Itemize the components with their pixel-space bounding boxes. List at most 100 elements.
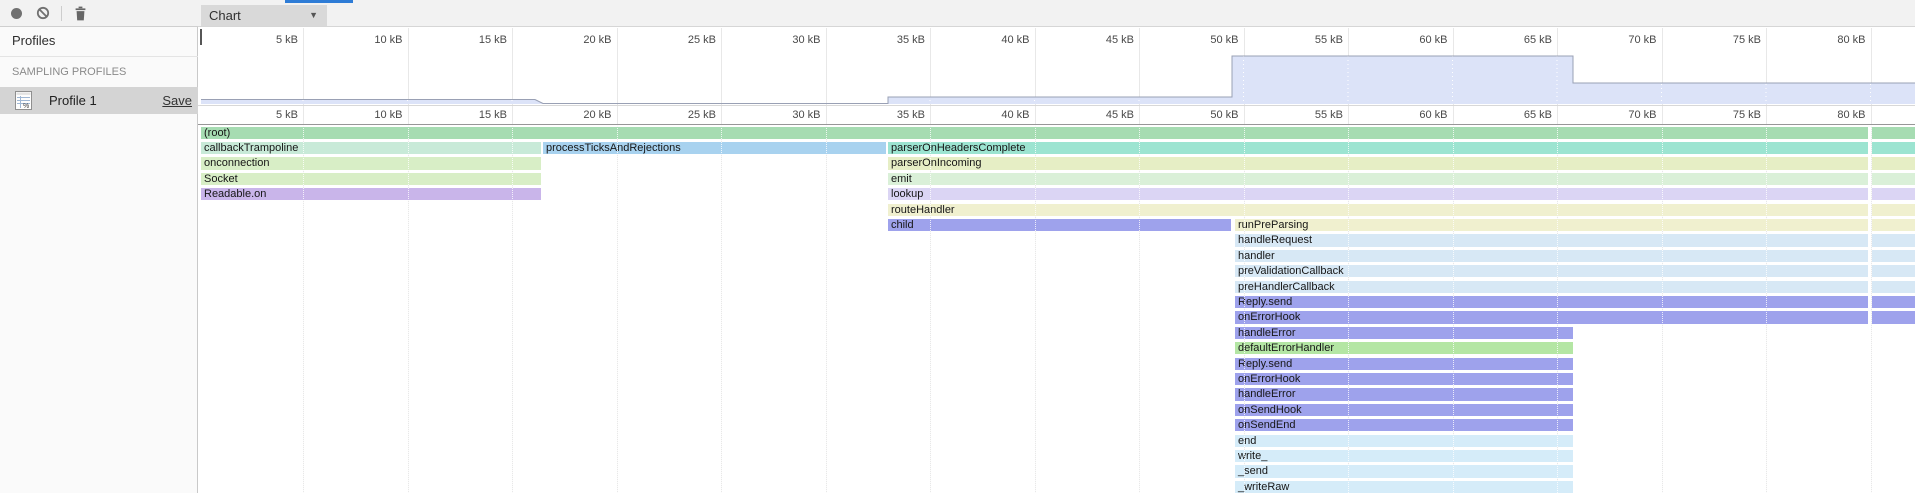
ruler-tick: 10 kB — [323, 34, 403, 46]
ruler-tick: 75 kB — [1681, 109, 1761, 121]
flame-bar-segment[interactable] — [1872, 311, 1915, 323]
flame-bar-segment[interactable] — [1872, 204, 1915, 216]
save-link[interactable]: Save — [162, 93, 192, 108]
ruler-tick: 70 kB — [1577, 34, 1657, 46]
flame-ruler: 5 kB10 kB15 kB20 kB25 kB30 kB35 kB40 kB4… — [198, 106, 1915, 125]
flame-bar-segment[interactable] — [1872, 157, 1915, 169]
ruler-tick: 80 kB — [1786, 109, 1866, 121]
flame-bar-Reply.send[interactable]: Reply.send — [1235, 296, 1868, 308]
gridline-dotted-overlay — [826, 125, 827, 493]
flame-bar-Socket[interactable]: Socket — [201, 173, 541, 185]
flame-bar-segment[interactable] — [1872, 173, 1915, 185]
sidebar-divider — [0, 56, 198, 57]
flame-bar-segment[interactable] — [1872, 265, 1915, 277]
flame-bar-preValidationCallback[interactable]: preValidationCallback — [1235, 265, 1868, 277]
pane-resizer-handle[interactable] — [200, 29, 202, 45]
flame-bar-runPreParsing[interactable]: runPreParsing — [1235, 219, 1868, 231]
trash-icon[interactable] — [74, 6, 87, 26]
flame-chart: (root) callbackTrampolineprocessTicksAndR… — [198, 125, 1915, 493]
flame-bar-end[interactable]: end — [1235, 435, 1573, 447]
profile-document-icon: % — [15, 91, 32, 115]
view-mode-value: Chart — [209, 8, 241, 23]
flame-bar-defaultErrorHandler[interactable]: defaultErrorHandler — [1235, 342, 1573, 354]
ruler-tick: 75 kB — [1681, 34, 1761, 46]
flame-bar-write_[interactable]: write_ — [1235, 450, 1573, 462]
ruler-tick: 15 kB — [427, 109, 507, 121]
flame-bar-parserOnHeadersComplete[interactable]: parserOnHeadersComplete — [888, 142, 1868, 154]
flame-bar-Readable.on[interactable]: Readable.on — [201, 188, 541, 200]
flame-bar-onErrorHook[interactable]: onErrorHook — [1235, 311, 1868, 323]
flame-bar-segment[interactable] — [1872, 127, 1915, 139]
record-icon[interactable] — [11, 8, 22, 19]
clear-all-icon[interactable] — [36, 6, 50, 25]
svg-text:%: % — [23, 103, 29, 110]
flame-bar-(root)[interactable]: (root) — [201, 127, 1868, 139]
flame-bar-segment[interactable] — [1872, 250, 1915, 262]
ruler-tick: 45 kB — [1054, 34, 1134, 46]
flame-bar-callbackTrampoline[interactable]: callbackTrampoline — [201, 142, 541, 154]
flame-bar-processTicksAndRejections[interactable]: processTicksAndRejections — [543, 142, 886, 154]
ruler-tick: 55 kB — [1263, 34, 1343, 46]
flame-bar-child[interactable]: child — [888, 219, 1231, 231]
memory-overview[interactable]: 5 kB10 kB15 kB20 kB25 kB30 kB35 kB40 kB4… — [198, 28, 1915, 106]
sidebar-item-profile-1[interactable]: % Profile 1 Save — [0, 87, 198, 114]
flame-bar-routeHandler[interactable]: routeHandler — [888, 204, 1868, 216]
ruler-tick: 70 kB — [1577, 109, 1657, 121]
flame-bar-onSendEnd[interactable]: onSendEnd — [1235, 419, 1573, 431]
ruler-tick: 35 kB — [845, 34, 925, 46]
active-tab-indicator — [285, 0, 353, 3]
flame-bar-Reply.send[interactable]: Reply.send — [1235, 358, 1573, 370]
sidebar-section-label: SAMPLING PROFILES — [12, 66, 126, 78]
flame-bar-segment[interactable] — [1872, 219, 1915, 231]
flame-bar-_writeRaw[interactable]: _writeRaw — [1235, 481, 1573, 493]
ruler-tick: 25 kB — [636, 34, 716, 46]
flame-bar-handler[interactable]: handler — [1235, 250, 1868, 262]
flame-bar-handleError[interactable]: handleError — [1235, 327, 1573, 339]
profile-name: Profile 1 — [49, 93, 97, 108]
toolbar-separator — [61, 6, 62, 21]
flame-bar-preHandlerCallback[interactable]: preHandlerCallback — [1235, 281, 1868, 293]
flame-bar-_send[interactable]: _send — [1235, 465, 1573, 477]
heap-chart-pane: Chart ▼ 5 kB 10 kB 15 kB 20 kB 25 kB 30 kB 35 … — [198, 0, 1915, 493]
ruler-tick: 45 kB — [1054, 109, 1134, 121]
gridline-dotted-overlay — [617, 125, 618, 493]
ruler-tick: 25 kB — [636, 109, 716, 121]
flame-bar-segment[interactable] — [1872, 296, 1915, 308]
ruler-tick: 40 kB — [950, 34, 1030, 46]
flame-bar-handleError[interactable]: handleError — [1235, 388, 1573, 400]
ruler-tick: 65 kB — [1472, 34, 1552, 46]
ruler-tick: 60 kB — [1368, 34, 1448, 46]
ruler-tick: 65 kB — [1472, 109, 1552, 121]
flame-bar-onconnection[interactable]: onconnection — [201, 157, 541, 169]
ruler-tick: 10 kB — [323, 109, 403, 121]
ruler-tick: 5 kB — [218, 34, 298, 46]
chart-toolbar: Chart ▼ — [198, 0, 1915, 27]
devtools-memory-panel: Profiles SAMPLING PROFILES % Profile 1 S… — [0, 0, 1915, 493]
flame-bar-onSendHook[interactable]: onSendHook — [1235, 404, 1573, 416]
ruler-tick: 40 kB — [950, 109, 1030, 121]
flame-bar-onErrorHook[interactable]: onErrorHook — [1235, 373, 1573, 385]
flame-bar-parserOnIncoming[interactable]: parserOnIncoming — [888, 157, 1868, 169]
gridline-dotted-overlay — [721, 125, 722, 493]
view-mode-select[interactable]: Chart ▼ — [201, 5, 327, 26]
flame-bar-segment[interactable] — [1872, 234, 1915, 246]
sidebar-title: Profiles — [12, 33, 55, 48]
flame-bar-handleRequest[interactable]: handleRequest — [1235, 234, 1868, 246]
flame-bar-segment[interactable] — [1872, 142, 1915, 154]
ruler-tick: 50 kB — [1159, 34, 1239, 46]
ruler-tick: 5 kB — [218, 109, 298, 121]
ruler-tick: 80 kB — [1786, 34, 1866, 46]
ruler-tick: 30 kB — [741, 109, 821, 121]
profiles-sidebar: Profiles SAMPLING PROFILES % Profile 1 S… — [0, 0, 198, 493]
flame-bar-emit[interactable]: emit — [888, 173, 1868, 185]
ruler-tick: 55 kB — [1263, 109, 1343, 121]
ruler-tick: 20 kB — [532, 109, 612, 121]
ruler-tick: 15 kB — [427, 34, 507, 46]
ruler-tick: 60 kB — [1368, 109, 1448, 121]
ruler-tick: 30 kB — [741, 34, 821, 46]
flame-bar-segment[interactable] — [1872, 188, 1915, 200]
chevron-down-icon: ▼ — [309, 5, 318, 26]
flame-bar-segment[interactable] — [1872, 281, 1915, 293]
flame-bar-lookup[interactable]: lookup — [888, 188, 1868, 200]
profiles-toolbar — [0, 0, 198, 27]
